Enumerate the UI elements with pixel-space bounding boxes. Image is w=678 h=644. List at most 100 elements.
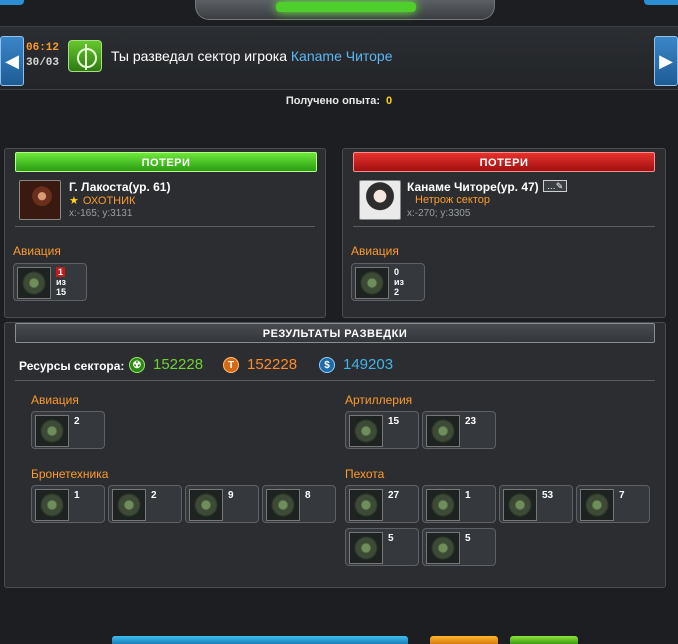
lost-count: 0 <box>394 267 400 277</box>
unit-thumbnail <box>349 489 383 521</box>
previous-report-button[interactable]: ◀ <box>0 36 24 86</box>
credits-icon: $ <box>319 357 335 373</box>
unit-card[interactable]: 53 <box>499 485 573 523</box>
artillery-label: Артиллерия <box>345 393 413 407</box>
unit-card[interactable]: 1 <box>31 485 105 523</box>
next-report-button[interactable]: ▶ <box>654 36 678 86</box>
experience-label: Получено опыта: <box>285 95 381 107</box>
unit-count: 23 <box>465 416 477 427</box>
defender-aviation-label: Авиация <box>351 244 399 258</box>
unit-count: 9 <box>228 490 234 501</box>
unit-thumbnail <box>503 489 537 521</box>
unit-card[interactable]: 8 <box>262 485 336 523</box>
resource-credits: 149203 <box>343 356 394 373</box>
recon-results-panel: РЕЗУЛЬТАТЫ РАЗВЕДКИ Ресурсы сектора: ☢ 1… <box>4 322 666 588</box>
unit-count: 1 <box>74 490 80 501</box>
unit-card[interactable]: 23 <box>422 411 496 449</box>
unit-card[interactable]: 15 <box>345 411 419 449</box>
footer-tab-button[interactable] <box>112 636 408 644</box>
star-icon: ★ <box>69 195 79 207</box>
unit-count: 2 <box>74 416 80 427</box>
defender-title: Нетрож сектор <box>415 194 490 206</box>
attacker-losses-panel: ПОТЕРИ Г. Лакоста(ур. 61) ★ ОХОТНИК x:-16… <box>4 148 326 318</box>
divider <box>15 380 655 381</box>
top-right-frame <box>644 0 678 5</box>
report-time: 06:12 <box>26 42 60 54</box>
unit-count: 15 <box>388 416 400 427</box>
sector-resources-label: Ресурсы сектора: <box>19 359 125 373</box>
unit-loss-count: 0 из 2 <box>394 267 404 297</box>
unit-count: 5 <box>465 533 471 544</box>
attacker-avatar[interactable] <box>19 180 61 220</box>
infantry-label: Пехота <box>345 467 385 481</box>
unit-thumbnail <box>426 489 460 521</box>
radiation-icon: ☢ <box>129 357 145 373</box>
unit-card[interactable]: 5 <box>422 528 496 566</box>
unit-count: 53 <box>542 490 554 501</box>
unit-thumbnail <box>580 489 614 521</box>
unit-count: 27 <box>388 490 400 501</box>
attacker-aviation-unit[interactable]: 1 из 15 <box>13 263 87 301</box>
unit-card[interactable]: 2 <box>31 411 105 449</box>
lost-count: 1 <box>56 267 66 277</box>
edit-note-button[interactable]: …✎ <box>543 180 567 192</box>
resource-uranium: 152228 <box>153 356 204 373</box>
footer-orange-button[interactable] <box>430 636 498 644</box>
unit-count: 1 <box>465 490 471 501</box>
attacker-name[interactable]: Г. Лакоста(ур. 61) <box>69 180 170 194</box>
unit-count: 7 <box>619 490 625 501</box>
unit-thumbnail <box>349 415 383 447</box>
footer-green-button[interactable] <box>510 636 578 644</box>
unit-thumbnail <box>426 532 460 564</box>
unit-thumbnail <box>35 489 69 521</box>
headline-text: Ты разведал сектор игрока <box>111 48 291 64</box>
titanium-icon: T <box>223 357 239 373</box>
of-label: из <box>394 277 405 287</box>
defender-avatar[interactable] <box>359 180 401 220</box>
unit-thumbnail <box>112 489 146 521</box>
attacker-coords: x:-165; y:3131 <box>69 208 133 219</box>
report-headline: Ты разведал сектор игрока Каname Читоре <box>111 48 393 64</box>
top-left-frame <box>0 0 24 5</box>
unit-card[interactable]: 5 <box>345 528 419 566</box>
scan-icon <box>68 40 102 72</box>
divider <box>353 226 655 227</box>
unit-count: 8 <box>305 490 311 501</box>
unit-thumbnail <box>266 489 300 521</box>
attacker-title: ★ ОХОТНИК <box>69 194 135 207</box>
defender-name[interactable]: Канаме Читоре(ур. 47) <box>407 180 539 194</box>
unit-thumbnail <box>426 415 460 447</box>
recon-results-header: РЕЗУЛЬТАТЫ РАЗВЕДКИ <box>15 323 655 343</box>
experience-value: 0 <box>386 95 393 107</box>
top-decoration <box>195 0 495 20</box>
defender-coords: x:-270; y:3305 <box>407 208 471 219</box>
unit-card[interactable]: 7 <box>576 485 650 523</box>
resource-titanium: 152228 <box>247 356 298 373</box>
unit-thumbnail <box>349 532 383 564</box>
unit-count: 2 <box>151 490 157 501</box>
aviation-label: Авиация <box>31 393 79 407</box>
unit-card[interactable]: 9 <box>185 485 259 523</box>
unit-card[interactable]: 1 <box>422 485 496 523</box>
unit-card[interactable]: 2 <box>108 485 182 523</box>
attacker-title-text: ОХОТНИК <box>82 195 136 207</box>
report-date: 30/03 <box>26 57 60 69</box>
total-count: 15 <box>56 287 67 297</box>
unit-card[interactable]: 27 <box>345 485 419 523</box>
attacker-losses-header: ПОТЕРИ <box>15 152 317 172</box>
unit-thumbnail <box>17 267 51 299</box>
experience-line: Получено опыта: 0 <box>0 95 678 107</box>
defender-aviation-unit[interactable]: 0 из 2 <box>351 263 425 301</box>
total-count: 2 <box>394 287 400 297</box>
defender-losses-header: ПОТЕРИ <box>353 152 655 172</box>
unit-count: 5 <box>388 533 394 544</box>
unit-loss-count: 1 из 15 <box>56 267 66 297</box>
defender-losses-panel: ПОТЕРИ Канаме Читоре(ур. 47) …✎ Нетрож с… <box>342 148 666 318</box>
armor-label: Бронетехника <box>31 467 109 481</box>
of-label: из <box>56 277 67 287</box>
unit-thumbnail <box>35 415 69 447</box>
attacker-aviation-label: Авиация <box>13 244 61 258</box>
unit-thumbnail <box>189 489 223 521</box>
divider <box>15 226 315 227</box>
target-player-link[interactable]: Каname Читоре <box>291 48 393 64</box>
